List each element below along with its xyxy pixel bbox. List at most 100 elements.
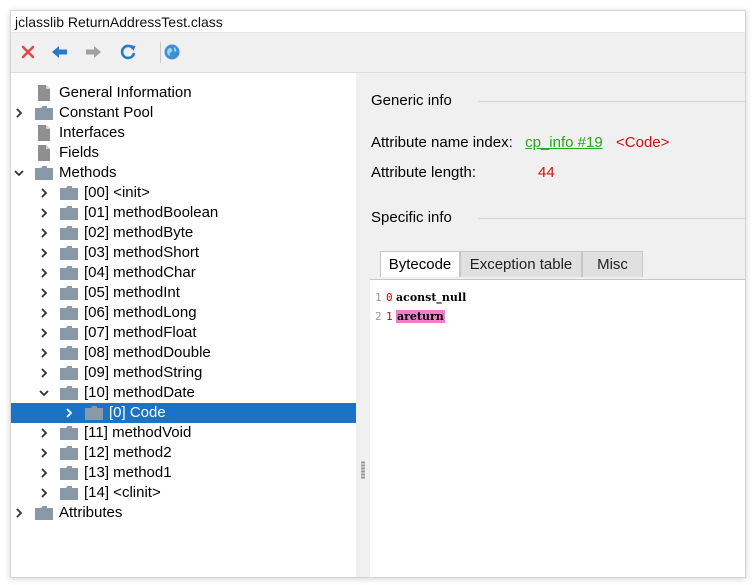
attribute-length-label: Attribute length: bbox=[371, 164, 477, 181]
tree-node[interactable]: [08] methodDouble bbox=[11, 343, 356, 363]
tree-node[interactable]: Fields bbox=[11, 143, 356, 163]
folder-icon bbox=[60, 286, 78, 300]
browser-button[interactable] bbox=[161, 41, 183, 63]
tree-node-label: [02] methodByte bbox=[84, 224, 194, 241]
tree-node-label: General Information bbox=[59, 84, 192, 101]
tree-node-label: [07] methodFloat bbox=[84, 324, 197, 341]
chevron-right-icon[interactable] bbox=[39, 268, 49, 278]
cp-info-link[interactable]: cp_info #19 bbox=[525, 134, 603, 151]
tree-node-label: [05] methodInt bbox=[84, 284, 180, 301]
tree-node[interactable]: [07] methodFloat bbox=[11, 323, 356, 343]
folder-icon bbox=[85, 406, 103, 420]
window-title: jclasslib ReturnAddressTest.class bbox=[11, 11, 745, 33]
chevron-right-icon[interactable] bbox=[39, 348, 49, 358]
chevron-down-icon[interactable] bbox=[14, 168, 24, 178]
tree-node-label: [03] methodShort bbox=[84, 244, 200, 261]
chevron-right-icon[interactable] bbox=[39, 308, 49, 318]
chevron-right-icon[interactable] bbox=[64, 408, 74, 418]
doc-icon bbox=[38, 125, 50, 141]
chevron-right-icon[interactable] bbox=[39, 368, 49, 378]
arrow-left-icon bbox=[52, 46, 67, 58]
tree-node[interactable]: [00] <init> bbox=[11, 183, 356, 203]
chevron-right-icon[interactable] bbox=[39, 208, 49, 218]
chevron-right-icon[interactable] bbox=[39, 468, 49, 478]
chevron-right-icon[interactable] bbox=[39, 248, 49, 258]
bytecode-view[interactable]: 1 0 aconst_null 2 1 areturn bbox=[370, 279, 745, 577]
tree-node-label: [08] methodDouble bbox=[84, 344, 211, 361]
folder-icon bbox=[60, 226, 78, 240]
tree-node[interactable]: [01] methodBoolean bbox=[11, 203, 356, 223]
folder-icon bbox=[60, 426, 78, 440]
chevron-right-icon[interactable] bbox=[14, 108, 24, 118]
attribute-length-row: Attribute length: bbox=[371, 164, 476, 181]
offset: 1 bbox=[386, 310, 393, 323]
toolbar bbox=[11, 33, 745, 73]
tree-node[interactable]: [10] methodDate bbox=[11, 383, 356, 403]
folder-icon bbox=[60, 446, 78, 460]
tree-node-label: Attributes bbox=[59, 504, 123, 521]
chevron-right-icon[interactable] bbox=[14, 508, 24, 518]
tree-node[interactable]: [12] method2 bbox=[11, 443, 356, 463]
tree-node-label: [09] methodString bbox=[84, 364, 203, 381]
chevron-right-icon[interactable] bbox=[39, 488, 49, 498]
tree-node-label: [14] <clinit> bbox=[84, 484, 161, 501]
folder-icon bbox=[60, 366, 78, 380]
tree-node[interactable]: Constant Pool bbox=[11, 103, 356, 123]
instruction[interactable]: aconst_null bbox=[396, 291, 466, 304]
splitter-grip[interactable] bbox=[361, 461, 365, 479]
forward-button[interactable] bbox=[82, 41, 104, 63]
folder-icon bbox=[60, 466, 78, 480]
chevron-right-icon[interactable] bbox=[39, 188, 49, 198]
bytecode-line: 2 1 areturn bbox=[375, 310, 445, 323]
tree-node[interactable]: [06] methodLong bbox=[11, 303, 356, 323]
folder-icon bbox=[35, 106, 53, 120]
tree-node[interactable]: Attributes bbox=[11, 503, 356, 523]
folder-icon bbox=[35, 506, 53, 520]
tree-node-label: [01] methodBoolean bbox=[84, 204, 219, 221]
bytecode-line: 1 0 aconst_null bbox=[375, 291, 466, 304]
tree-node-label: [12] method2 bbox=[84, 444, 172, 461]
attribute-length-value: 44 bbox=[538, 164, 555, 181]
tree-node[interactable]: General Information bbox=[11, 83, 356, 103]
tab-misc[interactable]: Misc bbox=[582, 251, 643, 277]
tree-node[interactable]: [04] methodChar bbox=[11, 263, 356, 283]
back-button[interactable] bbox=[49, 41, 71, 63]
instruction-highlighted[interactable]: areturn bbox=[396, 310, 445, 323]
reload-button[interactable] bbox=[117, 41, 139, 63]
tab-exception-table[interactable]: Exception table bbox=[460, 251, 582, 277]
tree-node[interactable]: [0] Code bbox=[11, 403, 356, 423]
folder-icon bbox=[60, 326, 78, 340]
class-tree[interactable]: General Information Constant Pool Interfac… bbox=[11, 73, 356, 577]
folder-icon bbox=[60, 346, 78, 360]
tree-node[interactable]: [09] methodString bbox=[11, 363, 356, 383]
tree-node[interactable]: [11] methodVoid bbox=[11, 423, 356, 443]
tree-node-label: Interfaces bbox=[59, 124, 125, 141]
close-button[interactable] bbox=[17, 41, 39, 63]
chevron-right-icon[interactable] bbox=[39, 328, 49, 338]
folder-icon bbox=[60, 386, 78, 400]
tree-node[interactable]: [05] methodInt bbox=[11, 283, 356, 303]
attribute-name-index-label: Attribute name index: bbox=[371, 134, 513, 151]
splitter[interactable] bbox=[356, 73, 370, 577]
tree-node[interactable]: [02] methodByte bbox=[11, 223, 356, 243]
tree-node[interactable]: [13] method1 bbox=[11, 463, 356, 483]
chevron-right-icon[interactable] bbox=[39, 428, 49, 438]
tree-node-label: [0] Code bbox=[109, 404, 166, 421]
chevron-right-icon[interactable] bbox=[39, 228, 49, 238]
tree-node[interactable]: [14] <clinit> bbox=[11, 483, 356, 503]
chevron-down-icon[interactable] bbox=[39, 388, 49, 398]
tree-node-label: [10] methodDate bbox=[84, 384, 195, 401]
red-x-icon bbox=[21, 45, 35, 59]
chevron-right-icon[interactable] bbox=[39, 448, 49, 458]
refresh-icon bbox=[120, 44, 136, 60]
doc-icon bbox=[38, 85, 50, 101]
tree-node[interactable]: Methods bbox=[11, 163, 356, 183]
tree-node-label: [13] method1 bbox=[84, 464, 172, 481]
chevron-right-icon[interactable] bbox=[39, 288, 49, 298]
tree-node-label: [04] methodChar bbox=[84, 264, 196, 281]
tree-node[interactable]: [03] methodShort bbox=[11, 243, 356, 263]
tree-node[interactable]: Interfaces bbox=[11, 123, 356, 143]
offset: 0 bbox=[386, 291, 393, 304]
line-number: 2 bbox=[375, 310, 382, 323]
tab-bytecode[interactable]: Bytecode bbox=[380, 251, 460, 277]
